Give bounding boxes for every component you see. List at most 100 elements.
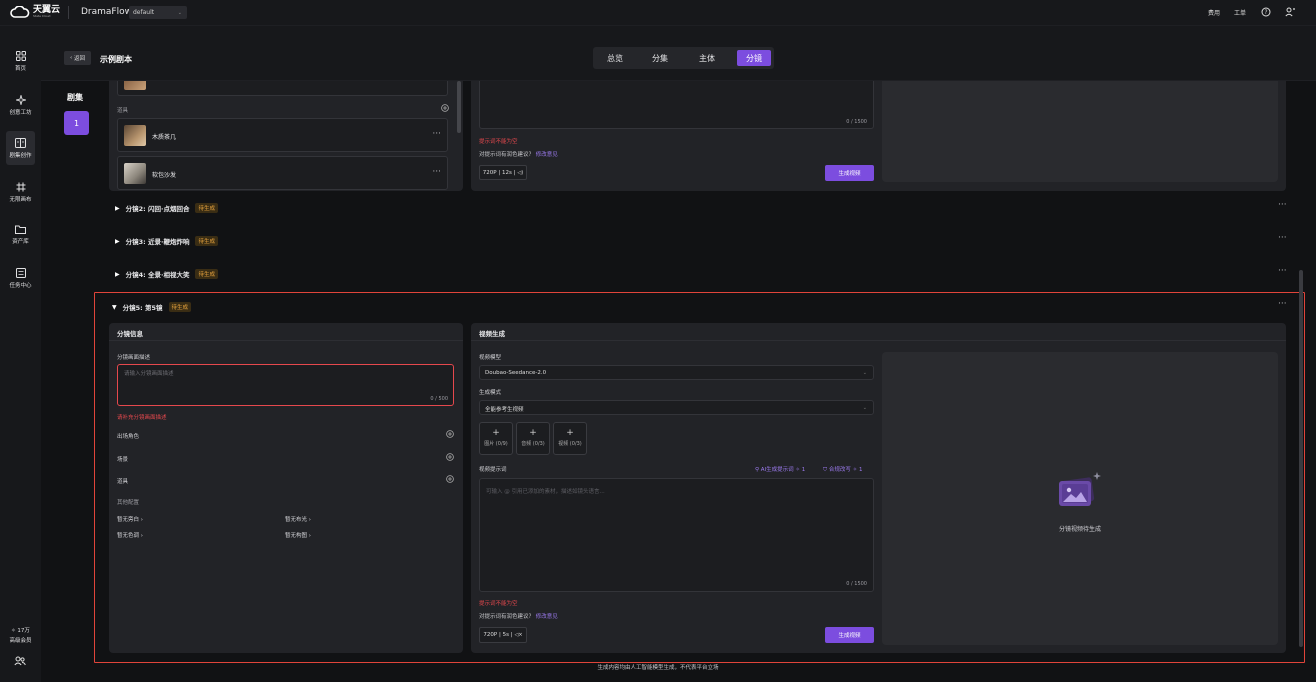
video-prompt-input[interactable]: 可输入 @ 引用已添加的素材，描述如镜头语言... 0 / 1500 — [479, 478, 874, 592]
caret-right-icon: ▶ — [115, 270, 120, 278]
settings-chip[interactable]: 720P | 12s | ◁) — [479, 165, 527, 180]
chevron-right-icon: › — [308, 533, 311, 539]
model-label: 视频模型 — [479, 355, 502, 361]
prop-card[interactable]: 软包沙发 ··· — [117, 156, 448, 190]
view-tabs: 总览 分集 主体 分镜 — [593, 47, 774, 69]
config-composition[interactable]: 暂无构图 › — [285, 531, 311, 539]
caret-down-icon: ▼ — [112, 303, 117, 311]
add-prop-icon[interactable] — [441, 104, 449, 112]
book-icon — [15, 137, 26, 148]
shot4-header[interactable]: ▶ 分镜4: 全景·相视大笑 待生成 — [115, 269, 218, 279]
brand-divider — [68, 6, 69, 19]
main-scrollbar[interactable] — [1299, 270, 1303, 647]
shot1-prompt-input[interactable]: 0 / 1500 — [479, 81, 874, 129]
desc-input[interactable]: 请输入分镜画面描述 0 / 500 — [117, 364, 454, 406]
episode-item[interactable]: 1 — [64, 111, 89, 135]
upload-image-button[interactable]: + 图片 (0/9) — [479, 422, 513, 455]
more-icon[interactable]: ··· — [1278, 200, 1287, 210]
help-icon[interactable]: ? — [1261, 7, 1271, 17]
prop-card[interactable]: 木质茶几 ··· — [117, 118, 448, 152]
prompt-error: 提示词不能为空 — [479, 139, 518, 145]
sidebar-item-label: 首页 — [14, 65, 26, 72]
brand-logo[interactable]: 天翼云 State Cloud — [10, 6, 60, 18]
config-narration[interactable]: 暂无旁白 › — [117, 515, 143, 523]
ticket-link[interactable]: 工单 — [1234, 8, 1246, 17]
billing-link[interactable]: 费用 — [1208, 8, 1220, 17]
user-icon[interactable] — [1285, 7, 1296, 17]
generate-video-button[interactable]: 生成视频 — [825, 627, 874, 643]
settings-value: 720P | 12s | — [482, 169, 516, 176]
shot1-preview — [882, 81, 1278, 182]
prompt-counter: 0 / 1500 — [846, 581, 867, 587]
config-tone[interactable]: 暂无色调 › — [117, 531, 143, 539]
plus-icon: + — [492, 428, 500, 438]
suggest-link[interactable]: 修改意见 — [536, 152, 558, 158]
mode-select[interactable]: 全能参考生视频 ⌄ — [479, 400, 874, 415]
sparkle-icon: ✧ — [11, 628, 16, 634]
sparkle-icon: ✧ — [795, 467, 801, 473]
tab-episodes[interactable]: 分集 — [642, 50, 678, 66]
chevron-left-icon: ‹ — [70, 55, 73, 61]
add-scene-icon[interactable] — [446, 453, 454, 461]
sidebar-item-workshop[interactable]: 创意工坊 — [6, 88, 35, 122]
sidebar-item-home[interactable]: 首页 — [6, 44, 35, 78]
sidebar-item-assets[interactable]: 资产库 — [6, 218, 35, 252]
add-prop-icon[interactable] — [446, 475, 454, 483]
shot2-header[interactable]: ▶ 分镜2: 闪回·点烟回合 待生成 — [115, 203, 218, 213]
desc-counter: 0 / 500 — [430, 396, 448, 402]
ai-prompt-button[interactable]: ⚲ AI生成提示词 ✧ 1 — [755, 465, 805, 473]
shot5-header[interactable]: ▼ 分镜5: 第5镜 待生成 — [112, 302, 192, 312]
mode-value: 全能参考生视频 — [485, 407, 524, 413]
tab-storyboard[interactable]: 分镜 — [737, 50, 771, 66]
more-icon[interactable]: ··· — [1278, 266, 1287, 276]
upload-label: 图片 (0/9) — [484, 441, 508, 447]
shot1-scene-card[interactable] — [117, 81, 448, 96]
sidebar-item-label: 任务中心 — [9, 282, 32, 289]
panel-title: 视频生成 — [471, 323, 1286, 341]
prompt-label: 视频提示词 — [479, 467, 507, 473]
episodes-label: 剧集 — [67, 93, 83, 102]
tab-overview[interactable]: 总览 — [597, 50, 633, 66]
props-label: 道具 — [117, 479, 129, 485]
shot3-header[interactable]: ▶ 分镜3: 近景·鞭炮炸响 待生成 — [115, 236, 218, 246]
config-value: 暂无布光 — [285, 517, 308, 523]
prompt-counter: 0 / 1500 — [846, 119, 867, 125]
prop-name: 木质茶几 — [152, 134, 177, 141]
sidebar-item-tasks[interactable]: 任务中心 — [6, 261, 35, 295]
panel-scrollbar[interactable] — [457, 81, 461, 133]
sidebar-item-drama[interactable]: 剧集创作 — [6, 131, 35, 165]
shot-title: 分镜5: 第5镜 — [122, 304, 163, 312]
upload-audio-button[interactable]: + 音频 (0/3) — [516, 422, 550, 455]
workspace-select[interactable]: default ⌄ — [129, 6, 187, 19]
model-value: Doubao-Seedance-2.0 — [485, 370, 547, 376]
scene-thumbnail — [124, 81, 146, 90]
more-icon[interactable]: ··· — [1278, 233, 1287, 243]
back-button[interactable]: ‹ 返回 — [64, 51, 91, 65]
prompt-placeholder: 可输入 @ 引用已添加的素材，描述如镜头语言... — [486, 489, 605, 495]
sidebar-item-canvas[interactable]: 无限画布 — [6, 175, 35, 209]
tasklist-icon — [15, 267, 26, 278]
upload-video-button[interactable]: + 视频 (0/3) — [553, 422, 587, 455]
suggest-link[interactable]: 修改意见 — [536, 614, 558, 620]
add-character-icon[interactable] — [446, 430, 454, 438]
chevron-down-icon: ⌄ — [177, 10, 182, 16]
credits-display[interactable]: ✧ 17万 高级会员 — [6, 626, 35, 644]
prop-name: 软包沙发 — [152, 172, 177, 179]
mode-label: 生成模式 — [479, 390, 502, 396]
tab-subjects[interactable]: 主体 — [689, 50, 725, 66]
config-lighting[interactable]: 暂无布光 › — [285, 515, 311, 523]
model-select[interactable]: Doubao-Seedance-2.0 ⌄ — [479, 365, 874, 380]
sidebar-item-label: 资产库 — [12, 239, 29, 245]
plus-icon: + — [529, 428, 537, 438]
folder-icon — [15, 225, 26, 234]
generate-video-button[interactable]: 生成视频 — [825, 165, 874, 181]
brand-sub: State Cloud — [33, 14, 51, 18]
more-icon[interactable]: ··· — [1278, 299, 1287, 309]
suggest-row: 对提示词有润色建议？ 修改意见 — [479, 612, 558, 620]
more-icon[interactable]: ··· — [432, 129, 441, 139]
settings-chip[interactable]: 720P | 5s | ◁× — [479, 627, 527, 643]
grid-icon — [15, 50, 26, 61]
compliance-rewrite-button[interactable]: ⛉ 合规改写 ✧ 1 — [823, 465, 863, 474]
workspace-value: default — [133, 9, 155, 16]
more-icon[interactable]: ··· — [432, 167, 441, 177]
